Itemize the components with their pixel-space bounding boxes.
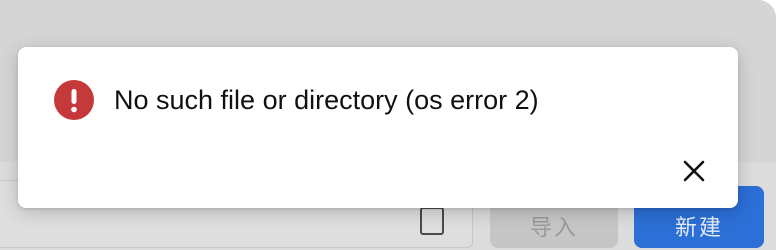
error-message: No such file or directory (os error 2) <box>114 84 539 115</box>
error-dialog: No such file or directory (os error 2) <box>18 47 738 208</box>
file-icon[interactable] <box>420 207 444 235</box>
close-button[interactable] <box>677 154 711 188</box>
error-icon <box>54 80 94 120</box>
close-icon <box>683 160 705 182</box>
